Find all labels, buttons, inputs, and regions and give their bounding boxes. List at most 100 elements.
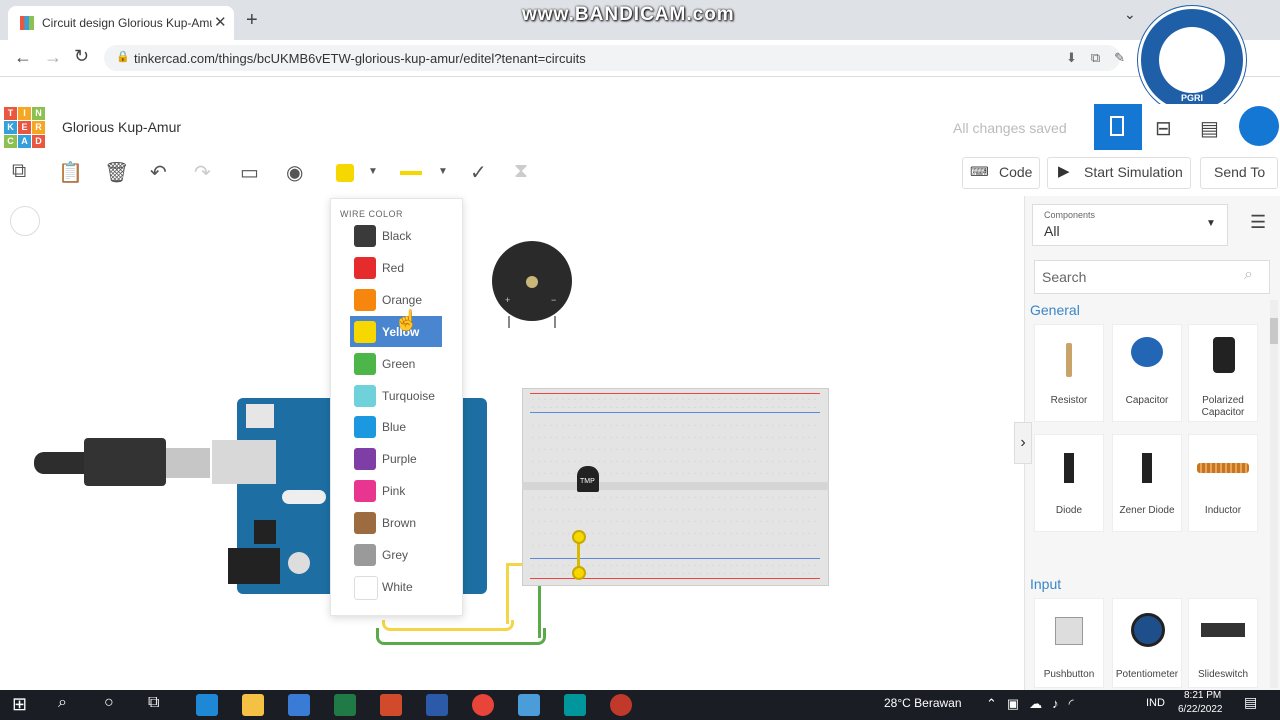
- store-icon[interactable]: [288, 694, 310, 716]
- paste-icon[interactable]: 📋: [58, 160, 83, 185]
- wire-color-option-white[interactable]: White: [350, 571, 442, 602]
- component-card-potentiometer[interactable]: Potentiometer: [1112, 598, 1182, 688]
- powerpoint-icon[interactable]: [380, 694, 402, 716]
- bandicam-icon[interactable]: [610, 694, 632, 716]
- wire-color-swatch[interactable]: [336, 164, 354, 182]
- chevron-down-icon[interactable]: ▼: [368, 166, 378, 177]
- wire-color-option-pink[interactable]: Pink: [350, 475, 442, 506]
- zoom-to-fit-icon[interactable]: [10, 206, 40, 236]
- components-dropdown-value[interactable]: All: [1044, 223, 1060, 239]
- notification-icon[interactable]: ▤: [1244, 694, 1266, 716]
- component-card-capacitor[interactable]: Capacitor: [1112, 324, 1182, 422]
- browser-tab[interactable]: Circuit design Glorious Kup-Amur ✕: [8, 6, 234, 40]
- clock-time[interactable]: 8:21 PM: [1184, 690, 1221, 701]
- wire-color-option-brown[interactable]: Brown: [350, 507, 442, 538]
- arduino-reset-button: [246, 404, 274, 428]
- flip-icon[interactable]: ⧗: [514, 160, 528, 183]
- component-card-diode[interactable]: Diode: [1034, 434, 1104, 532]
- back-arrow-icon[interactable]: ←: [14, 47, 32, 68]
- component-card-pushbutton[interactable]: Pushbutton: [1034, 598, 1104, 688]
- app-icon[interactable]: [518, 694, 540, 716]
- cortana-icon[interactable]: ○: [104, 694, 126, 716]
- reload-icon[interactable]: ↻: [74, 46, 89, 67]
- wire-color-option-blue[interactable]: Blue: [350, 411, 442, 442]
- wire-color-label: Blue: [382, 420, 407, 434]
- wire-color-option-turquoise[interactable]: Turquoise: [350, 380, 442, 411]
- wire-type-swatch[interactable]: [400, 171, 422, 175]
- schematic-view-icon[interactable]: ⊟: [1155, 116, 1172, 141]
- arduino-power-jack: [228, 548, 280, 584]
- search-input[interactable]: Search: [1042, 269, 1086, 285]
- code-button-label[interactable]: Code: [999, 164, 1032, 180]
- buzzer-center: [526, 276, 538, 288]
- rail-line: [530, 558, 820, 559]
- component-card-resistor[interactable]: Resistor: [1034, 324, 1104, 422]
- wire-color-option-green[interactable]: Green: [350, 348, 442, 379]
- color-swatch-icon: [354, 353, 376, 375]
- edge-icon[interactable]: [196, 694, 218, 716]
- windows-taskbar: [0, 690, 1280, 720]
- start-simulation-label[interactable]: Start Simulation: [1084, 164, 1183, 180]
- task-view-icon[interactable]: ⧉: [148, 694, 170, 716]
- wire-color-option-purple[interactable]: Purple: [350, 443, 442, 474]
- weather-widget[interactable]: 28°C Berawan: [884, 696, 962, 710]
- component-list-icon[interactable]: ▤: [1200, 116, 1219, 141]
- yellow-wire[interactable]: [382, 620, 514, 631]
- notes-visibility-icon[interactable]: ◉: [286, 160, 303, 185]
- component-card-inductor[interactable]: Inductor: [1188, 434, 1258, 532]
- buzzer-minus-label: −: [551, 295, 557, 305]
- word-icon[interactable]: [426, 694, 448, 716]
- file-explorer-icon[interactable]: [242, 694, 264, 716]
- yellow-wire-segment[interactable]: [506, 564, 509, 624]
- chevron-down-icon[interactable]: ▼: [438, 166, 448, 177]
- windows-start-icon[interactable]: ⊞: [12, 694, 34, 716]
- wire-color-label: Turquoise: [382, 389, 435, 403]
- panel-collapse-icon[interactable]: ›: [1014, 422, 1032, 464]
- redo-icon[interactable]: ↷: [194, 160, 211, 185]
- copy-icon[interactable]: ⧉: [12, 160, 26, 183]
- arduino-ide-icon[interactable]: [564, 694, 586, 716]
- search-icon[interactable]: ⌕: [58, 694, 80, 716]
- wire-color-option-black[interactable]: Black: [350, 220, 442, 251]
- design-title[interactable]: Glorious Kup-Amur: [62, 119, 181, 135]
- component-card-zener-diode[interactable]: Zener Diode: [1112, 434, 1182, 532]
- circuit-view-button[interactable]: [1094, 104, 1142, 150]
- buzzer-leg: [554, 316, 556, 328]
- delete-icon[interactable]: 🗑: [104, 160, 129, 185]
- chrome-icon[interactable]: [472, 694, 494, 716]
- clock-date[interactable]: 6/22/2022: [1178, 704, 1223, 715]
- wire-endpoint[interactable]: [572, 530, 586, 544]
- tinkercad-logo[interactable]: TIN KER CAD: [4, 107, 45, 148]
- extension-icons[interactable]: ⬇⧉✎: [1066, 50, 1139, 66]
- chevron-down-icon[interactable]: ▼: [1206, 218, 1216, 229]
- search-icon[interactable]: ⌕: [1244, 266, 1253, 284]
- panel-scrollbar[interactable]: [1270, 300, 1278, 688]
- wire-color-option-grey[interactable]: Grey: [350, 539, 442, 570]
- user-avatar[interactable]: [1239, 106, 1279, 146]
- new-tab-icon[interactable]: +: [246, 9, 258, 32]
- window-minimize-icon[interactable]: ⌄: [1124, 6, 1136, 23]
- rotate-icon[interactable]: ✓: [470, 160, 487, 185]
- component-card-slideswitch[interactable]: Slideswitch: [1188, 598, 1258, 688]
- wire-color-option-red[interactable]: Red: [350, 252, 442, 283]
- component-label: Inductor: [1204, 505, 1242, 516]
- url-text[interactable]: tinkercad.com/things/bcUKMB6vETW-gloriou…: [134, 51, 586, 66]
- send-to-label[interactable]: Send To: [1214, 164, 1265, 180]
- lock-icon[interactable]: 🔒: [116, 50, 130, 63]
- excel-icon[interactable]: [334, 694, 356, 716]
- wire-endpoint[interactable]: [572, 566, 586, 580]
- system-tray-icons[interactable]: ⌃▣☁♪◜: [986, 696, 1084, 712]
- seal-emblem: [1159, 27, 1225, 93]
- panel-scrollbar-thumb[interactable]: [1270, 318, 1278, 344]
- input-language[interactable]: IND: [1146, 697, 1165, 709]
- play-icon: ▶: [1058, 163, 1070, 180]
- save-status: All changes saved: [953, 120, 1067, 136]
- undo-icon[interactable]: ↶: [150, 160, 167, 185]
- arduino-capacitor: [288, 552, 310, 574]
- notes-icon[interactable]: ▭: [240, 160, 259, 185]
- color-swatch-icon: [354, 448, 376, 470]
- list-view-icon[interactable]: ☰: [1250, 212, 1266, 233]
- component-card-polarized-capacitor[interactable]: Polarized Capacitor: [1188, 324, 1258, 422]
- close-tab-icon[interactable]: ✕: [214, 13, 227, 31]
- forward-arrow-icon[interactable]: →: [44, 47, 62, 68]
